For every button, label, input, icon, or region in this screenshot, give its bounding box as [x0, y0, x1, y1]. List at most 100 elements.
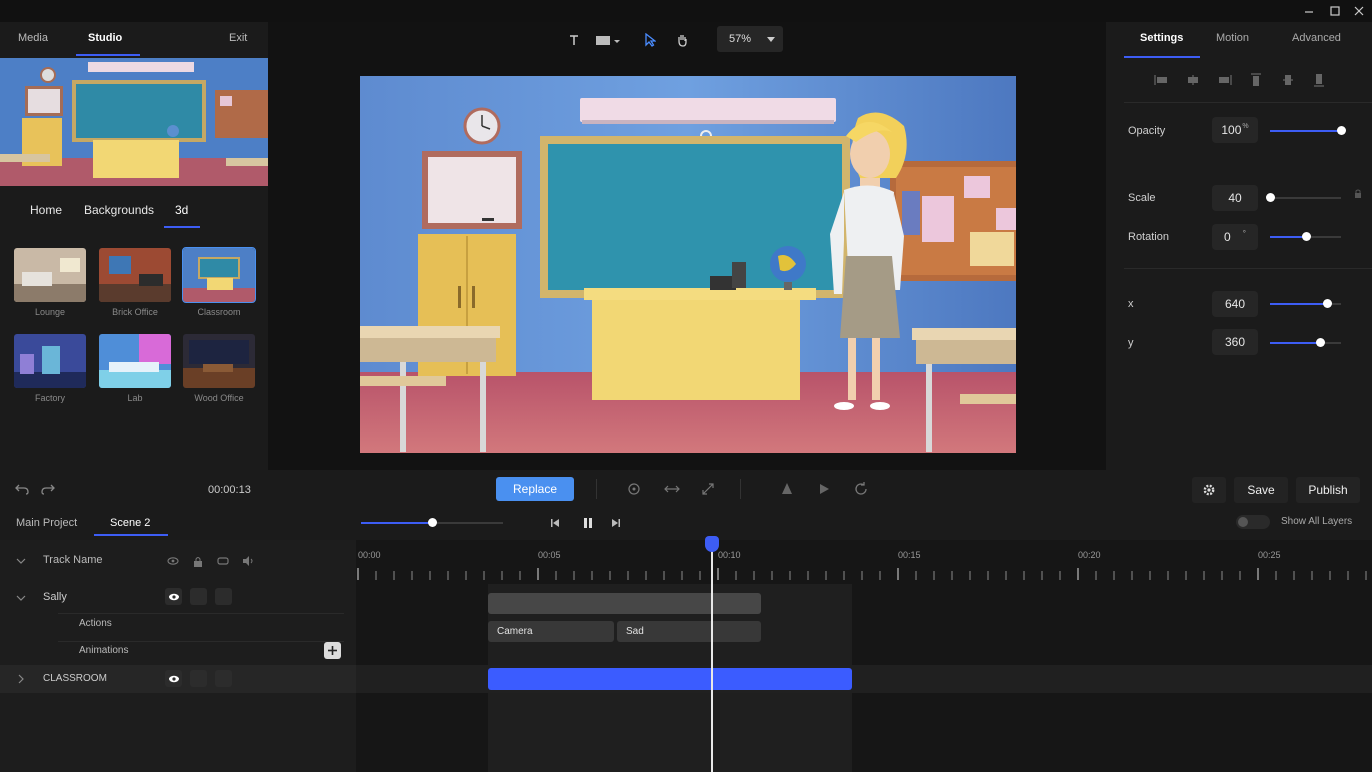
- tab-backgrounds[interactable]: Backgrounds: [84, 203, 154, 217]
- zoom-select[interactable]: 57%: [717, 26, 783, 52]
- align-center-horizontal-icon[interactable]: [1184, 72, 1202, 88]
- track-list: Track Name Sally Actions Animations CLAS…: [0, 540, 356, 772]
- settings-gear-icon[interactable]: [1192, 477, 1226, 503]
- stage-canvas[interactable]: [360, 76, 1016, 453]
- select-pointer-icon[interactable]: [640, 30, 660, 50]
- minimize-icon[interactable]: [1302, 4, 1316, 18]
- track-actions-label[interactable]: Actions: [79, 618, 112, 629]
- bg-label-lounge: Lounge: [34, 307, 66, 317]
- close-icon[interactable]: [1352, 4, 1366, 18]
- chevron-down-icon[interactable]: [14, 554, 28, 568]
- solo-toggle[interactable]: [215, 588, 232, 605]
- chevron-down-icon[interactable]: [14, 591, 28, 605]
- scale-value: 40: [1228, 191, 1242, 205]
- tab-advanced[interactable]: Advanced: [1292, 32, 1341, 44]
- bg-thumb-lab[interactable]: [99, 334, 171, 388]
- playhead-handle[interactable]: [705, 536, 719, 552]
- tab-scene-2[interactable]: Scene 2: [110, 517, 150, 529]
- eye-icon[interactable]: [165, 670, 182, 687]
- vr-headset-icon[interactable]: [216, 554, 230, 568]
- tab-home[interactable]: Home: [30, 203, 62, 217]
- bg-thumb-brick-office[interactable]: [99, 248, 171, 302]
- sally-clip[interactable]: [488, 593, 761, 614]
- bg-thumb-factory[interactable]: [14, 334, 86, 388]
- save-button[interactable]: Save: [1234, 477, 1288, 503]
- y-slider-knob[interactable]: [1316, 338, 1325, 347]
- align-top-icon[interactable]: [1247, 72, 1265, 88]
- x-slider-knob[interactable]: [1323, 299, 1332, 308]
- show-all-layers-toggle[interactable]: [1236, 515, 1270, 529]
- y-label: y: [1128, 337, 1134, 349]
- lock-icon[interactable]: [191, 554, 205, 568]
- text-tool-icon[interactable]: [564, 30, 584, 50]
- eye-icon[interactable]: [165, 588, 182, 605]
- lock-toggle[interactable]: [190, 670, 207, 687]
- tab-3d[interactable]: 3d: [175, 203, 188, 217]
- timeline-tracks: 00:00 00:05 00:10 00:15 00:20 00:25 Came…: [356, 536, 1372, 772]
- opacity-input[interactable]: 100 %: [1212, 117, 1258, 143]
- rotation-slider-fill: [1270, 236, 1306, 238]
- align-right-icon[interactable]: [1216, 72, 1234, 88]
- replace-button[interactable]: Replace: [496, 477, 574, 501]
- play-icon[interactable]: [816, 481, 832, 497]
- track-sally-label[interactable]: Sally: [43, 591, 67, 603]
- lock-toggle[interactable]: [190, 588, 207, 605]
- lock-icon[interactable]: [1352, 188, 1364, 200]
- opacity-slider-knob[interactable]: [1337, 126, 1346, 135]
- hand-tool-icon[interactable]: [672, 30, 692, 50]
- y-input[interactable]: 360: [1212, 329, 1258, 355]
- align-middle-vertical-icon[interactable]: [1279, 72, 1297, 88]
- flip-horizontal-icon[interactable]: [663, 481, 681, 497]
- tab-settings[interactable]: Settings: [1140, 32, 1183, 44]
- bg-thumb-classroom[interactable]: [182, 247, 256, 303]
- tab-media[interactable]: Media: [18, 32, 48, 44]
- maximize-icon[interactable]: [1328, 4, 1342, 18]
- align-bottom-icon[interactable]: [1310, 72, 1328, 88]
- undo-icon[interactable]: [14, 481, 30, 497]
- x-input[interactable]: 640: [1212, 291, 1258, 317]
- bg-thumb-lounge[interactable]: [14, 248, 86, 302]
- scale-input[interactable]: 40: [1212, 185, 1258, 211]
- sad-action-clip[interactable]: Sad: [617, 621, 761, 642]
- target-icon[interactable]: [626, 481, 642, 497]
- pause-icon[interactable]: [579, 514, 597, 532]
- character-icon[interactable]: [779, 481, 795, 497]
- opacity-unit: %: [1242, 122, 1249, 130]
- tab-3d-underline: [164, 226, 200, 228]
- tab-studio[interactable]: Studio: [88, 32, 122, 44]
- scene-preview: [0, 58, 268, 186]
- chevron-right-icon[interactable]: [14, 672, 28, 686]
- skip-back-icon[interactable]: [547, 515, 563, 531]
- refresh-icon[interactable]: [853, 481, 869, 497]
- scale-label: Scale: [1128, 192, 1156, 204]
- tab-motion[interactable]: Motion: [1216, 32, 1249, 44]
- title-bar: [0, 0, 1372, 22]
- timeline-ruler[interactable]: [356, 566, 1372, 582]
- skip-forward-icon[interactable]: [608, 515, 624, 531]
- rotation-slider-knob[interactable]: [1302, 232, 1311, 241]
- tab-main-project[interactable]: Main Project: [16, 517, 77, 529]
- track-animations-label[interactable]: Animations: [79, 645, 128, 656]
- classroom-clip[interactable]: [488, 668, 852, 690]
- speaker-icon[interactable]: [241, 554, 255, 568]
- timeline-zoom-knob[interactable]: [428, 518, 437, 527]
- publish-button[interactable]: Publish: [1296, 477, 1360, 503]
- timeline-panel: Main Project Scene 2 Show All Layers Tra…: [0, 508, 1372, 772]
- camera-action-clip[interactable]: Camera: [488, 621, 614, 642]
- opacity-slider-fill: [1270, 130, 1341, 132]
- add-animation-plus-icon[interactable]: [324, 642, 341, 659]
- editor-toolbar: 00:00:13 Replace Save Publish: [0, 470, 1372, 508]
- align-left-icon[interactable]: [1152, 72, 1170, 88]
- solo-toggle[interactable]: [215, 670, 232, 687]
- exit-button[interactable]: Exit: [229, 32, 247, 44]
- expand-icon[interactable]: [700, 481, 716, 497]
- scale-slider-knob[interactable]: [1266, 193, 1275, 202]
- bg-thumb-wood-office[interactable]: [183, 334, 255, 388]
- rotation-input[interactable]: 0 °: [1212, 224, 1258, 250]
- redo-icon[interactable]: [40, 481, 56, 497]
- track-classroom-label[interactable]: CLASSROOM: [43, 673, 107, 684]
- tab-settings-underline: [1124, 56, 1200, 58]
- eye-icon[interactable]: [166, 554, 180, 568]
- shape-tool-icon[interactable]: [594, 30, 622, 50]
- scale-slider[interactable]: [1270, 197, 1341, 199]
